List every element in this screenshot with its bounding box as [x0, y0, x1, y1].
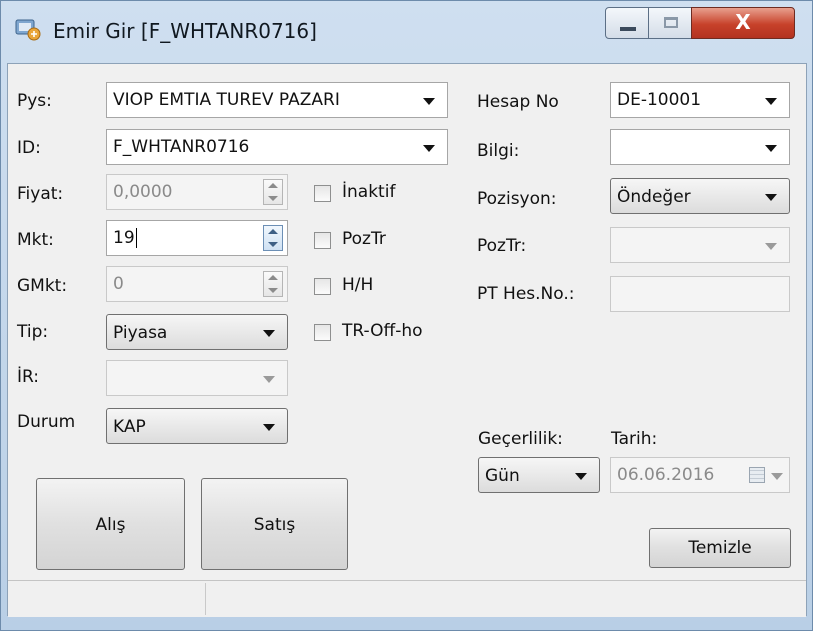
window-title: Emir Gir [F_WHTANR0716] — [53, 19, 317, 43]
chevron-down-icon — [765, 243, 777, 250]
hesap-combo[interactable]: DE-10001 — [610, 82, 790, 118]
calendar-icon[interactable] — [749, 467, 765, 483]
tip-select[interactable]: Piyasa — [106, 314, 288, 350]
maximize-icon — [664, 17, 678, 28]
id-label: ID: — [17, 138, 41, 158]
poztr-select[interactable] — [610, 227, 790, 263]
tarih-label: Tarih: — [611, 429, 658, 449]
durum-select[interactable]: KAP — [106, 408, 288, 444]
chevron-down-icon — [263, 376, 275, 383]
hesap-value: DE-10001 — [617, 90, 702, 110]
gmkt-value: 0 — [113, 274, 124, 294]
fiyat-label: Fiyat: — [17, 184, 64, 204]
chevron-down-icon — [771, 473, 783, 480]
chevron-down-icon — [575, 473, 587, 480]
id-combo[interactable]: F_WHTANR0716 — [106, 129, 448, 165]
fiyat-spinner[interactable] — [263, 179, 283, 205]
form-area: Pys: VIOP EMTIA TUREV PAZARI ID: F_WHTAN… — [7, 63, 807, 617]
text-caret — [136, 228, 137, 248]
troff-checkbox[interactable] — [314, 324, 331, 341]
pozisyon-value: Öndeğer — [617, 187, 691, 207]
gmkt-spinner[interactable] — [263, 271, 283, 297]
mkt-input[interactable]: 19 — [106, 220, 288, 256]
gecerlilik-select[interactable]: Gün — [478, 457, 600, 493]
inaktif-label: İnaktif — [342, 182, 396, 202]
order-entry-window: Emir Gir [F_WHTANR0716] X Pys: VIOP EMTI… — [0, 0, 813, 631]
id-value: F_WHTANR0716 — [113, 137, 250, 157]
mkt-value: 19 — [113, 228, 135, 248]
status-separator — [205, 583, 206, 615]
alis-label: Alış — [95, 515, 126, 535]
hh-checkbox[interactable] — [314, 278, 331, 295]
gmkt-input[interactable]: 0 — [106, 266, 288, 302]
status-bar — [8, 580, 806, 617]
chevron-down-icon — [423, 145, 435, 152]
pys-combo[interactable]: VIOP EMTIA TUREV PAZARI — [106, 82, 448, 118]
tarih-datepicker[interactable]: 06.06.2016 — [610, 457, 790, 493]
pozisyon-select[interactable]: Öndeğer — [610, 178, 790, 214]
fiyat-value: 0,0000 — [113, 182, 173, 202]
troff-label: TR-Off-ho — [342, 321, 423, 341]
minimize-button[interactable] — [605, 7, 649, 39]
chevron-down-icon — [423, 98, 435, 105]
satis-button[interactable]: Satış — [201, 478, 348, 570]
ir-label: İR: — [17, 367, 40, 387]
ir-select[interactable] — [106, 360, 288, 396]
pthes-input[interactable] — [610, 276, 790, 312]
chevron-down-icon — [765, 194, 777, 201]
minimize-icon — [620, 27, 636, 31]
mkt-spinner[interactable] — [263, 225, 283, 251]
pozisyon-label: Pozisyon: — [477, 189, 557, 209]
poztr-right-label: PozTr: — [477, 236, 527, 256]
temizle-label: Temizle — [688, 538, 752, 558]
close-button[interactable]: X — [691, 7, 795, 39]
tarih-value: 06.06.2016 — [617, 465, 715, 485]
maximize-button[interactable] — [648, 7, 692, 39]
gecerlilik-label: Geçerlilik: — [478, 429, 563, 449]
temizle-button[interactable]: Temizle — [649, 528, 791, 568]
tip-value: Piyasa — [113, 323, 168, 343]
close-icon: X — [735, 10, 751, 34]
tip-label: Tip: — [17, 322, 49, 342]
hh-label: H/H — [342, 275, 374, 295]
mkt-label: Mkt: — [17, 230, 54, 250]
app-icon — [15, 19, 41, 41]
chevron-down-icon — [765, 145, 777, 152]
inaktif-checkbox[interactable] — [314, 185, 331, 202]
bilgi-combo[interactable] — [610, 129, 790, 165]
chevron-down-icon — [765, 98, 777, 105]
fiyat-input[interactable]: 0,0000 — [106, 174, 288, 210]
chevron-down-icon — [263, 330, 275, 337]
chevron-down-icon — [263, 424, 275, 431]
pys-value: VIOP EMTIA TUREV PAZARI — [113, 90, 340, 110]
title-bar[interactable]: Emir Gir [F_WHTANR0716] X — [1, 1, 812, 59]
satis-label: Satış — [253, 515, 296, 535]
poztr-checkbox[interactable] — [314, 232, 331, 249]
alis-button[interactable]: Alış — [36, 478, 185, 570]
hesap-label: Hesap No — [477, 92, 559, 112]
gecerlilik-value: Gün — [485, 466, 520, 486]
pys-label: Pys: — [17, 91, 52, 111]
gmkt-label: GMkt: — [17, 276, 68, 296]
bilgi-label: Bilgi: — [477, 141, 520, 161]
durum-label: Durum — [17, 412, 76, 432]
poztr-label: PozTr — [342, 229, 386, 249]
durum-value: KAP — [113, 417, 146, 437]
pthes-label: PT Hes.No.: — [477, 284, 575, 304]
